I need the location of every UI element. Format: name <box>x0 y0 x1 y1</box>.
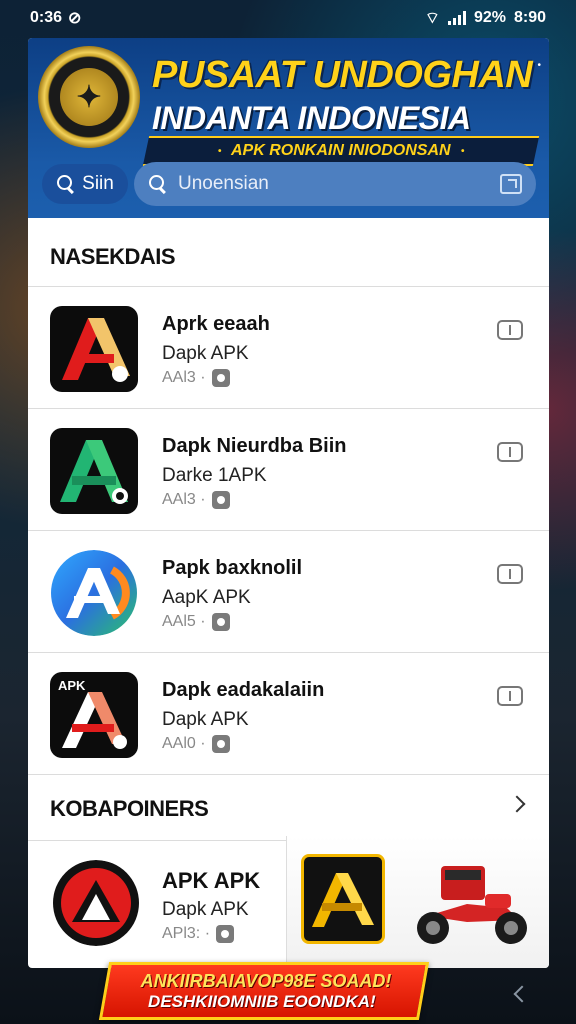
divider <box>28 774 549 775</box>
app-meta: AAl0 · <box>162 735 230 753</box>
eagle-icon: ✦ <box>60 68 118 126</box>
settings-icon <box>211 613 230 631</box>
ribbon-dot-right: • <box>460 145 465 157</box>
page-title: PUSAAT UNDOGHAN <box>152 54 533 96</box>
list-item[interactable]: Papk baxknolil AapK APK AAl5 · <box>28 532 549 652</box>
app-subtitle: Dapk APK <box>162 709 249 730</box>
header-marker: • <box>537 60 541 71</box>
list-item[interactable]: Dapk Nieurdba Biin Darke 1APK AAl3 · <box>28 410 549 530</box>
share-icon[interactable] <box>500 174 522 194</box>
install-button[interactable] <box>497 686 523 706</box>
svg-text:APK: APK <box>58 678 86 693</box>
sim-button[interactable]: Siin <box>42 164 128 204</box>
emblem-logo: ✦ <box>38 46 140 148</box>
section-title-first: NASEKDAIS <box>50 244 176 269</box>
banner-line-2: DESHKIIOMNIIB EOONDKA! <box>148 991 376 1011</box>
app-meta: AAl3 · <box>162 491 230 509</box>
promo-banner[interactable]: ANKIIRBAIAVOP98E SOAAD! DESHKIIOMNIIB EO… <box>98 962 430 1020</box>
app-meta: AAl3 · <box>162 369 230 387</box>
app-name: Aprk eeaah <box>162 313 270 335</box>
section-title-second: KOBAPOINERS <box>50 796 209 821</box>
app-meta-text: AAl5 · <box>162 613 206 630</box>
divider <box>28 286 549 287</box>
app-meta: AAl5 · <box>162 613 230 631</box>
signal-icon <box>447 11 466 25</box>
app-subtitle: AapK APK <box>162 587 251 608</box>
promo-app-logo <box>301 854 385 944</box>
install-button[interactable] <box>497 442 523 462</box>
motorcycle-icon <box>417 866 527 944</box>
battery-level: 92% <box>473 9 506 26</box>
search-placeholder: Unoensian <box>178 173 269 194</box>
app-meta-text: APl3: · <box>162 925 211 942</box>
page-subtitle: INDANTA INDONESIA <box>152 100 471 136</box>
app-subtitle: Dapk APK <box>162 343 249 364</box>
ribbon-text: APK RONKAIN INIODONSAN <box>231 142 451 159</box>
sync-icon: ⊘ <box>68 10 82 27</box>
banner-line-1: ANKIIRBAIAVOP98E SOAAD! <box>140 970 392 991</box>
chevron-right-icon[interactable] <box>508 795 526 813</box>
settings-icon <box>211 369 230 387</box>
divider <box>28 408 549 409</box>
ribbon-dot-left: • <box>217 145 222 157</box>
sim-button-label: Siin <box>82 173 114 194</box>
store-header: ✦ PUSAAT UNDOGHAN INDANTA INDONESIA • AP… <box>28 38 549 218</box>
app-subtitle: Darke 1APK <box>162 465 267 486</box>
app-subtitle: Dapk APK <box>162 899 249 920</box>
app-icon-red-a <box>50 306 138 392</box>
wifi-icon: ⌔ <box>424 10 440 27</box>
app-name: APK APK <box>162 868 261 893</box>
featured-app[interactable]: APK APK Dapk APK APl3: · <box>28 844 286 964</box>
app-meta-text: AAl3 · <box>162 369 206 386</box>
app-meta-text: AAl0 · <box>162 735 206 752</box>
divider <box>28 652 549 653</box>
status-clock: 8:90 <box>513 9 546 26</box>
divider <box>28 530 549 531</box>
settings-icon <box>211 735 230 753</box>
app-icon-white-a: APK <box>50 672 138 758</box>
app-meta: APl3: · <box>162 925 235 943</box>
status-bar: 0:36 ⊘ ⌔ 92% 8:90 <box>0 0 576 36</box>
app-icon-blue-a <box>50 550 138 636</box>
app-store-card: ✦ PUSAAT UNDOGHAN INDANTA INDONESIA • AP… <box>28 38 549 968</box>
install-button[interactable] <box>497 320 523 340</box>
settings-icon <box>211 491 230 509</box>
app-meta-text: AAl3 · <box>162 491 206 508</box>
list-item[interactable]: APK Dapk eadakalaiin Dapk APK AAl0 · <box>28 654 549 774</box>
settings-icon <box>216 925 235 943</box>
promo-card[interactable] <box>286 836 549 968</box>
search-input[interactable]: Unoensian <box>134 162 536 206</box>
app-name: Dapk Nieurdba Biin <box>162 435 347 457</box>
list-item[interactable]: Aprk eeaah Dapk APK AAl3 · <box>28 288 549 408</box>
app-icon-red-circle <box>52 860 140 946</box>
search-icon <box>148 174 168 194</box>
app-icon-green-a <box>50 428 138 514</box>
back-chevron-icon[interactable] <box>513 985 531 1003</box>
search-icon <box>56 174 76 194</box>
app-name: Papk baxknolil <box>162 557 303 579</box>
status-time: 0:36 <box>30 9 63 26</box>
install-button[interactable] <box>497 564 523 584</box>
app-name: Dapk eadakalaiin <box>162 679 325 701</box>
